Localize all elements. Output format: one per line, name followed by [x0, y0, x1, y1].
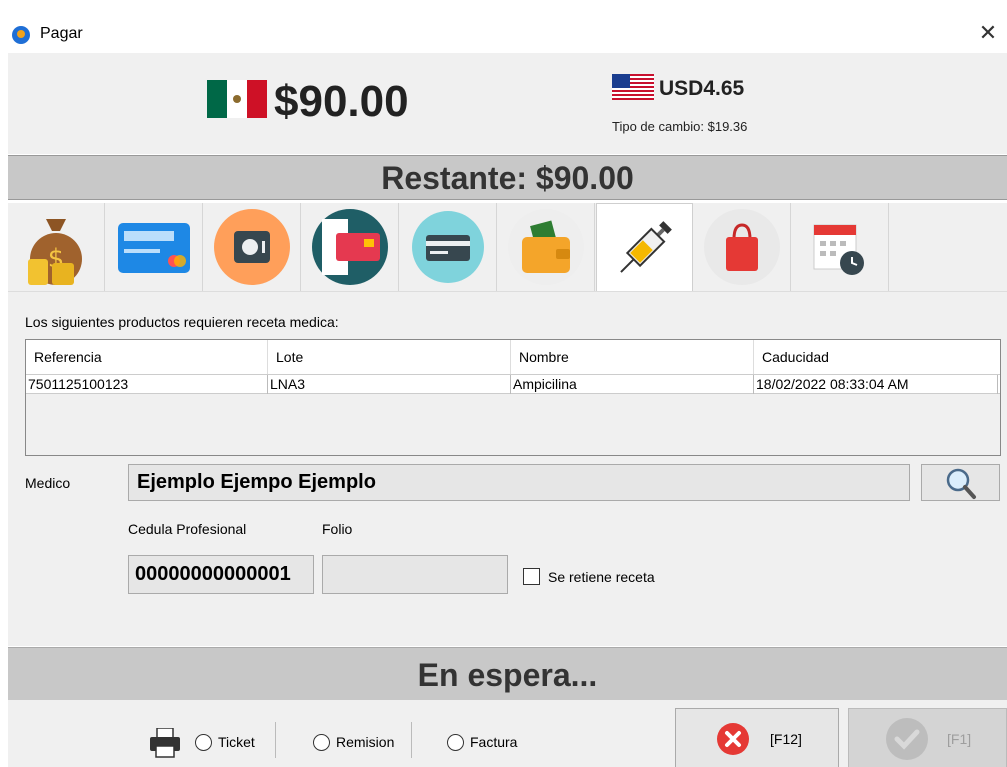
- app-logo-icon: [12, 26, 30, 44]
- radio-remision-label: Remision: [336, 734, 395, 750]
- money-bag-coins-icon: $: [28, 219, 82, 285]
- accept-button-label: [F1]: [947, 731, 972, 747]
- tab-cheque[interactable]: [400, 203, 497, 291]
- cancel-x-icon: [717, 723, 749, 755]
- medico-field[interactable]: Ejemplo Ejempo Ejemplo: [128, 464, 910, 501]
- status-text: En espera...: [417, 657, 598, 693]
- accept-button[interactable]: [F1]: [848, 708, 1007, 767]
- calendar-clock-icon: [813, 224, 864, 275]
- syringe-icon: [620, 221, 672, 273]
- tab-safe[interactable]: [204, 203, 301, 291]
- column-header-caducidad[interactable]: Caducidad: [754, 340, 1000, 374]
- magnifier-icon: [946, 468, 976, 499]
- radio-ticket-label: Ticket: [218, 734, 255, 750]
- shopping-bag-icon: [704, 209, 780, 285]
- divider: [275, 722, 276, 758]
- column-header-lote[interactable]: Lote: [268, 340, 511, 374]
- tab-voucher[interactable]: [302, 203, 399, 291]
- exchange-rate: Tipo de cambio: $19.36: [612, 119, 748, 134]
- total-usd-amount: USD4.65: [659, 77, 745, 100]
- checkmark-icon: [886, 718, 928, 760]
- cell-lote: LNA3: [268, 375, 511, 394]
- prescription-heading: Los siguientes productos requieren recet…: [25, 314, 339, 330]
- medico-label: Medico: [25, 475, 71, 491]
- radio-ticket[interactable]: [195, 734, 212, 751]
- wallet-icon: [508, 209, 584, 285]
- radio-factura[interactable]: [447, 734, 464, 751]
- footer-bar: Ticket Remision Factura [F12] [F1]: [8, 700, 1007, 767]
- tab-credit-card[interactable]: [106, 203, 203, 291]
- total-mxn-amount: $90.00: [274, 77, 409, 126]
- cell-caducidad: 18/02/2022 08:33:04 AM: [754, 375, 998, 394]
- cedula-label: Cedula Profesional: [128, 521, 247, 537]
- cancel-button-label: [F12]: [770, 731, 802, 747]
- payment-method-tabs: $: [8, 203, 1007, 291]
- divider: [411, 722, 412, 758]
- tab-wallet[interactable]: [498, 203, 595, 291]
- title-bar: Pagar ✕: [0, 0, 1007, 53]
- mexico-flag-icon: [207, 80, 267, 118]
- cheque-icon: [412, 211, 484, 283]
- folio-field[interactable]: [322, 555, 508, 594]
- window-title: Pagar: [40, 25, 83, 42]
- cedula-field[interactable]: 00000000000001: [128, 555, 314, 594]
- cancel-button[interactable]: [F12]: [675, 708, 839, 767]
- prescription-panel: Los siguientes productos requieren recet…: [8, 291, 1007, 646]
- table-header: Referencia Lote Nombre Caducidad: [26, 340, 1000, 374]
- totals-header: $90.00 USD4.65 Tipo de cambio: $19.36: [8, 53, 1007, 154]
- folio-label: Folio: [322, 521, 353, 537]
- column-header-nombre[interactable]: Nombre: [511, 340, 754, 374]
- usa-flag-icon: [612, 74, 654, 100]
- retain-prescription-checkbox[interactable]: [523, 568, 540, 585]
- remaining-amount: Restante: $90.00: [381, 160, 634, 196]
- radio-remision[interactable]: [313, 734, 330, 751]
- tab-cash[interactable]: $: [8, 203, 105, 291]
- radio-factura-label: Factura: [470, 734, 518, 750]
- remaining-banner: Restante: $90.00: [8, 155, 1007, 200]
- tab-schedule[interactable]: [792, 203, 889, 291]
- credit-card-icon: [118, 223, 190, 273]
- close-button[interactable]: ✕: [975, 20, 1001, 46]
- cell-nombre: Ampicilina: [511, 375, 754, 394]
- column-header-referencia[interactable]: Referencia: [26, 340, 268, 374]
- table-row[interactable]: 7501125100123 LNA3 Ampicilina 18/02/2022…: [26, 374, 1000, 394]
- search-medico-button[interactable]: [921, 464, 1000, 501]
- safe-icon: [214, 209, 290, 285]
- retain-prescription-label: Se retiene receta: [548, 569, 655, 585]
- printer-icon: [150, 728, 180, 758]
- cell-referencia: 7501125100123: [26, 375, 268, 394]
- status-banner: En espera...: [8, 647, 1007, 700]
- tab-shopping[interactable]: [694, 203, 791, 291]
- prescription-table: Referencia Lote Nombre Caducidad 7501125…: [25, 339, 1001, 456]
- voucher-card-icon: [312, 209, 388, 285]
- tab-prescription[interactable]: [596, 203, 693, 291]
